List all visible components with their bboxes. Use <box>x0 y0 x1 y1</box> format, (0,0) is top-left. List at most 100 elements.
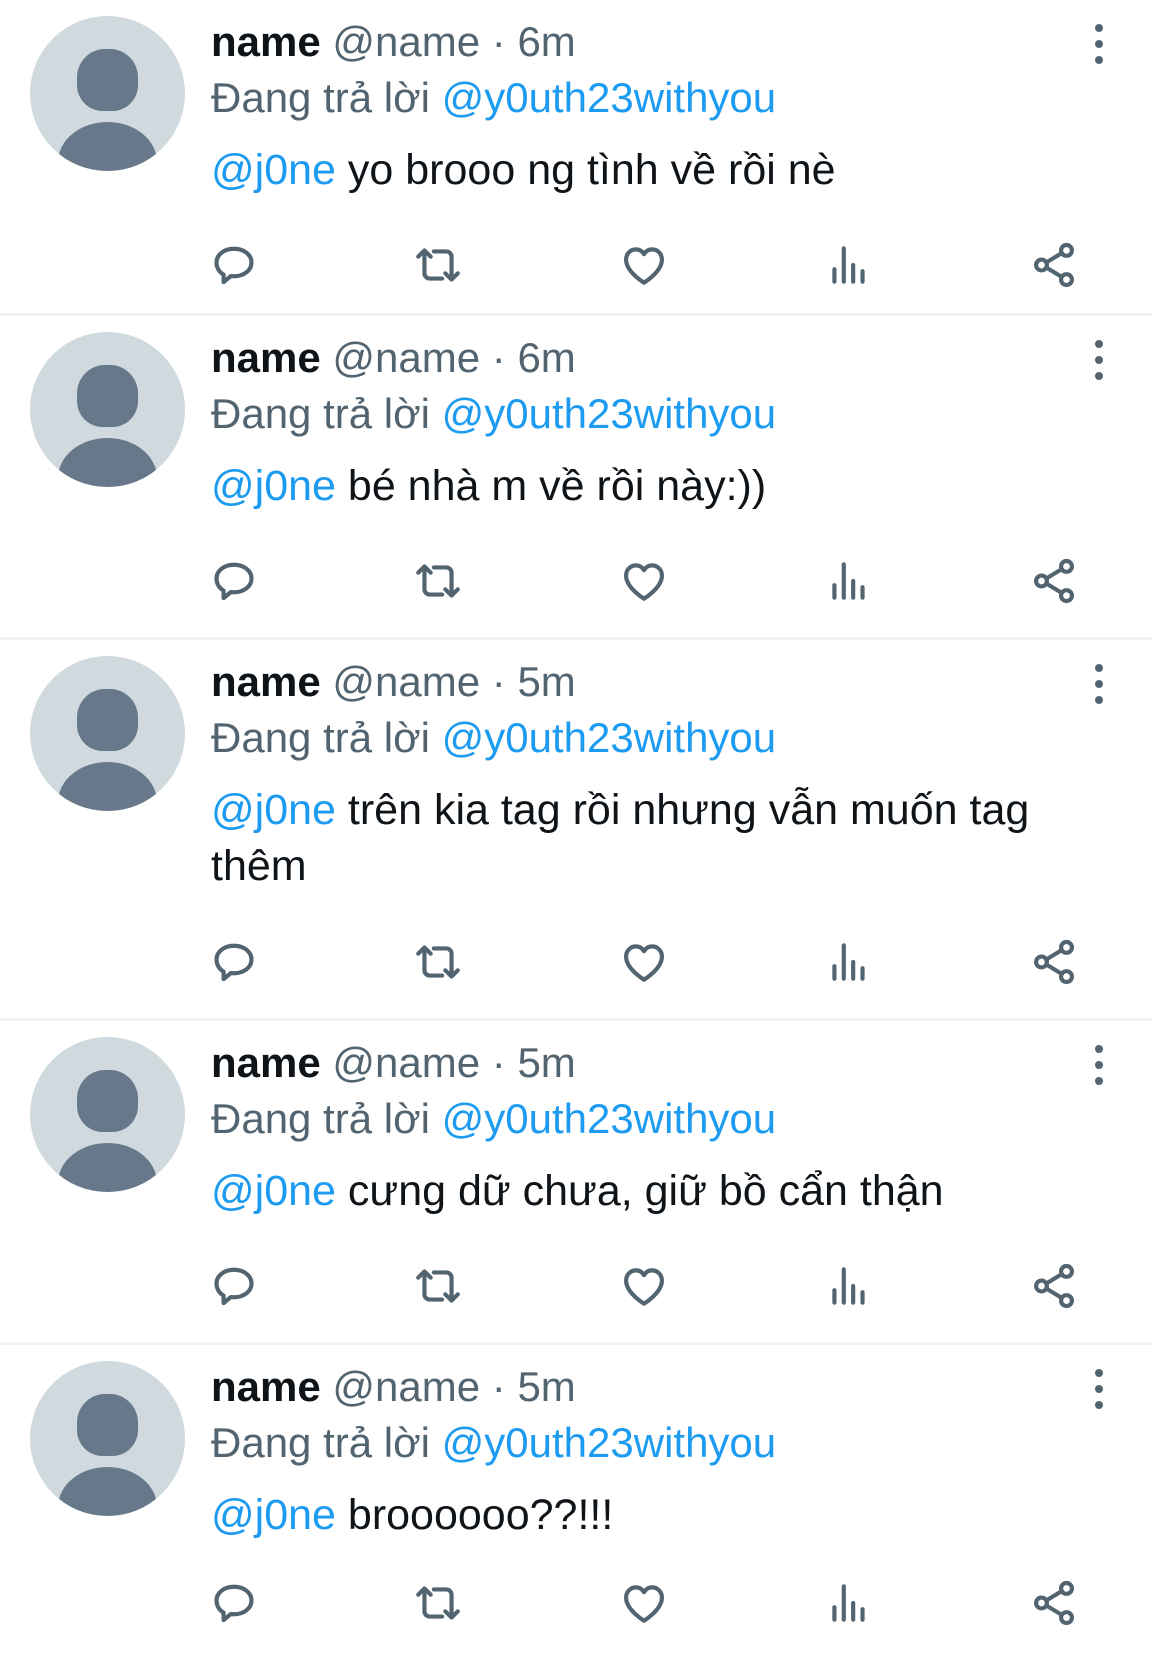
views-button[interactable] <box>819 1573 879 1633</box>
tweet-content: name @name · 6m Đang trả lời @y0uth23wit… <box>211 14 1082 198</box>
reply-icon <box>214 246 254 285</box>
tweet-content: name @name · 6m Đang trả lời @y0uth23wit… <box>211 330 1082 514</box>
share-icon <box>1034 1263 1074 1309</box>
retweet-button[interactable] <box>408 1573 468 1633</box>
share-button[interactable] <box>1024 551 1084 611</box>
more-vertical-icon[interactable] <box>1088 340 1110 380</box>
tweet-content: name @name · 5m Đang trả lời @y0uth23wit… <box>211 654 1082 894</box>
replying-to-label: Đang trả lời <box>211 1095 430 1142</box>
retweet-button[interactable] <box>408 235 468 295</box>
retweet-button[interactable] <box>408 551 468 611</box>
display-name[interactable]: name <box>211 1363 321 1410</box>
share-icon <box>1034 1580 1074 1626</box>
meta-separator: · <box>491 1039 506 1086</box>
display-name[interactable]: name <box>211 1039 321 1086</box>
share-button[interactable] <box>1024 932 1084 992</box>
tweet-header: name @name · 5m <box>211 1035 1082 1091</box>
replying-to-handle-link[interactable]: @y0uth23withyou <box>442 390 777 437</box>
more-vertical-icon[interactable] <box>1088 664 1110 704</box>
replying-to-handle-link[interactable]: @y0uth23withyou <box>442 1419 777 1466</box>
retweet-button[interactable] <box>408 1256 468 1316</box>
views-button[interactable] <box>819 932 879 992</box>
avatar-head-shape <box>77 689 138 751</box>
tweet-body: cưng dữ chưa, giữ bồ cẩn thận <box>347 1167 944 1215</box>
share-button[interactable] <box>1024 1573 1084 1633</box>
mention-link[interactable]: @j0ne <box>211 1167 336 1215</box>
replying-to-handle-link[interactable]: @y0uth23withyou <box>442 1095 777 1142</box>
tweet-actions <box>204 551 1084 611</box>
replying-to-handle-link[interactable]: @y0uth23withyou <box>442 714 777 761</box>
avatar-body-shape <box>58 1143 157 1192</box>
share-button[interactable] <box>1024 235 1084 295</box>
timestamp[interactable]: 6m <box>517 334 575 381</box>
timestamp[interactable]: 6m <box>517 18 575 65</box>
mention-link[interactable]: @j0ne <box>211 462 336 510</box>
avatar[interactable] <box>30 332 185 487</box>
timestamp[interactable]: 5m <box>517 658 575 705</box>
reply-button[interactable] <box>204 235 264 295</box>
avatar[interactable] <box>30 656 185 811</box>
tweet-actions <box>204 1256 1084 1316</box>
timestamp[interactable]: 5m <box>517 1363 575 1410</box>
retweet-button[interactable] <box>408 932 468 992</box>
more-vertical-icon[interactable] <box>1088 1045 1110 1085</box>
views-button[interactable] <box>819 1256 879 1316</box>
tweet-text: @j0ne cưng dữ chưa, giữ bồ cẩn thận <box>211 1163 1051 1219</box>
share-button[interactable] <box>1024 1256 1084 1316</box>
user-handle[interactable]: @name <box>332 334 480 381</box>
display-name[interactable]: name <box>211 658 321 705</box>
tweet-text: @j0ne bé nhà m về rồi này:)) <box>211 458 1051 514</box>
tweet[interactable]: name @name · 5m Đang trả lời @y0uth23wit… <box>0 1021 1152 1345</box>
reply-button[interactable] <box>204 932 264 992</box>
tweet-body: bé nhà m về rồi này:)) <box>347 462 767 510</box>
like-button[interactable] <box>614 1573 674 1633</box>
replying-to-line: Đang trả lời @y0uth23withyou <box>211 70 1082 126</box>
heart-icon <box>624 1268 664 1306</box>
meta-separator: · <box>491 1363 506 1410</box>
mention-link[interactable]: @j0ne <box>211 146 336 194</box>
retweet-icon <box>416 1269 460 1303</box>
views-icon <box>832 1267 865 1305</box>
reply-button[interactable] <box>204 551 264 611</box>
tweet[interactable]: name @name · 6m Đang trả lời @y0uth23wit… <box>0 0 1152 316</box>
avatar-body-shape <box>58 438 157 487</box>
user-handle[interactable]: @name <box>332 1039 480 1086</box>
avatar[interactable] <box>30 16 185 171</box>
views-button[interactable] <box>819 551 879 611</box>
tweet[interactable]: name @name · 5m Đang trả lời @y0uth23wit… <box>0 640 1152 1021</box>
timestamp[interactable]: 5m <box>517 1039 575 1086</box>
like-button[interactable] <box>614 1256 674 1316</box>
display-name[interactable]: name <box>211 18 321 65</box>
share-icon <box>1034 558 1074 604</box>
mention-link[interactable]: @j0ne <box>211 786 336 834</box>
tweet-content: name @name · 5m Đang trả lời @y0uth23wit… <box>211 1035 1082 1219</box>
like-button[interactable] <box>614 932 674 992</box>
more-vertical-icon[interactable] <box>1088 1369 1110 1409</box>
reply-button[interactable] <box>204 1573 264 1633</box>
reply-icon <box>214 1267 254 1306</box>
views-button[interactable] <box>819 235 879 295</box>
reply-button[interactable] <box>204 1256 264 1316</box>
avatar[interactable] <box>30 1361 185 1516</box>
user-handle[interactable]: @name <box>332 658 480 705</box>
reply-feed: name @name · 6m Đang trả lời @y0uth23wit… <box>0 0 1152 1654</box>
more-vertical-icon[interactable] <box>1088 24 1110 64</box>
user-handle[interactable]: @name <box>332 18 480 65</box>
reply-icon <box>214 562 254 601</box>
meta-separator: · <box>491 334 506 381</box>
like-button[interactable] <box>614 235 674 295</box>
mention-link[interactable]: @j0ne <box>211 1491 336 1539</box>
avatar-head-shape <box>77 1070 138 1132</box>
tweet-text: @j0ne trên kia tag rồi nhưng vẫn muốn ta… <box>211 782 1051 894</box>
user-handle[interactable]: @name <box>332 1363 480 1410</box>
avatar-head-shape <box>77 1394 138 1456</box>
display-name[interactable]: name <box>211 334 321 381</box>
views-icon <box>832 943 865 981</box>
tweet[interactable]: name @name · 6m Đang trả lời @y0uth23wit… <box>0 316 1152 640</box>
replying-to-label: Đang trả lời <box>211 1419 430 1466</box>
tweet[interactable]: name @name · 5m Đang trả lời @y0uth23wit… <box>0 1345 1152 1654</box>
replying-to-handle-link[interactable]: @y0uth23withyou <box>442 74 777 121</box>
avatar[interactable] <box>30 1037 185 1192</box>
heart-icon <box>624 944 664 982</box>
like-button[interactable] <box>614 551 674 611</box>
